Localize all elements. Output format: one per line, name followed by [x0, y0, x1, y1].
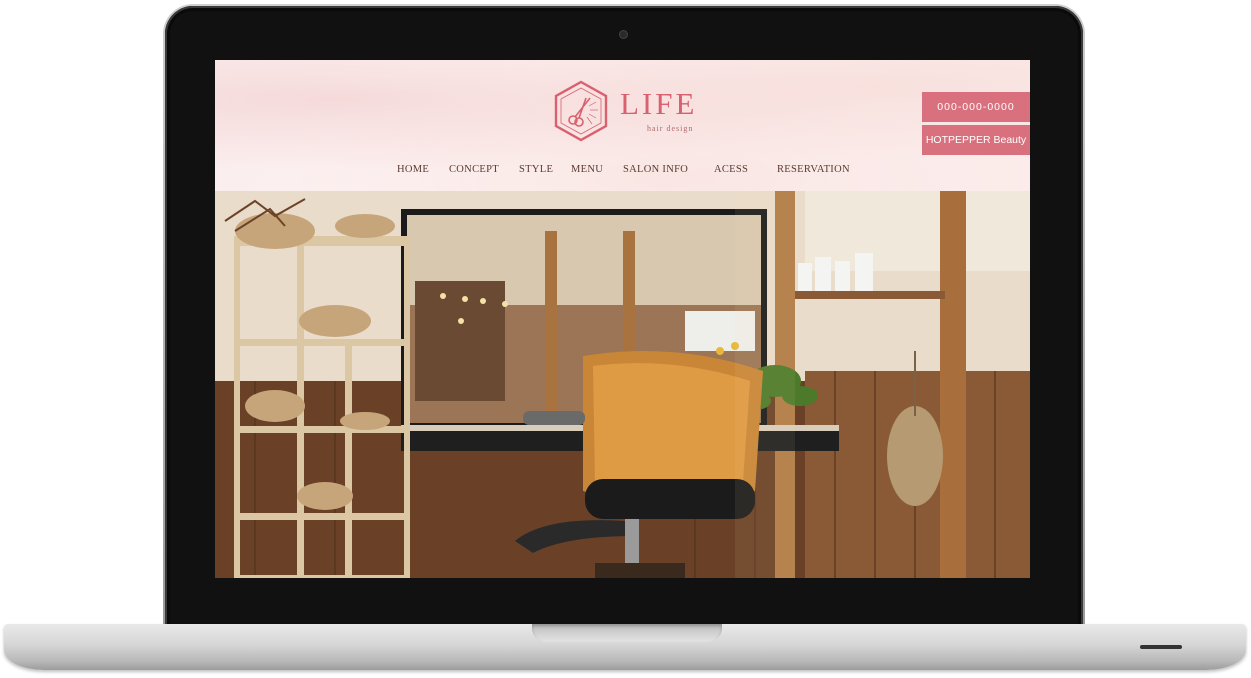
- nav-reservation[interactable]: RESERVATION: [777, 164, 850, 175]
- nav-access[interactable]: ACESS: [714, 164, 748, 175]
- hotpepper-button[interactable]: HOTPEPPER Beauty: [922, 125, 1030, 155]
- camera-icon: [620, 31, 627, 38]
- nav-menu[interactable]: MENU: [571, 164, 603, 175]
- site-logo[interactable]: LIFE hair design: [552, 80, 697, 142]
- phone-button[interactable]: 000-000-0000: [922, 92, 1030, 122]
- nav-style[interactable]: STYLE: [519, 164, 553, 175]
- main-nav: HOME CONCEPT STYLE MENU SALON INFO ACESS…: [215, 164, 1030, 182]
- laptop-lid-notch: [532, 624, 722, 642]
- hero-salon-photo: [215, 191, 1030, 578]
- laptop-indicator-light: [1140, 645, 1182, 649]
- nav-salon-info[interactable]: SALON INFO: [623, 164, 688, 175]
- nav-home[interactable]: HOME: [397, 164, 429, 175]
- salon-interior-illustration: [215, 191, 1030, 578]
- scissors-hexagon-logo-icon: [554, 80, 608, 142]
- nav-concept[interactable]: CONCEPT: [449, 164, 499, 175]
- laptop-screen: LIFE hair design HOME CONCEPT STYLE MENU…: [215, 60, 1030, 578]
- logo-wordmark: LIFE: [620, 86, 698, 121]
- site-header: LIFE hair design HOME CONCEPT STYLE MENU…: [215, 60, 1030, 191]
- logo-tagline: hair design: [647, 124, 694, 133]
